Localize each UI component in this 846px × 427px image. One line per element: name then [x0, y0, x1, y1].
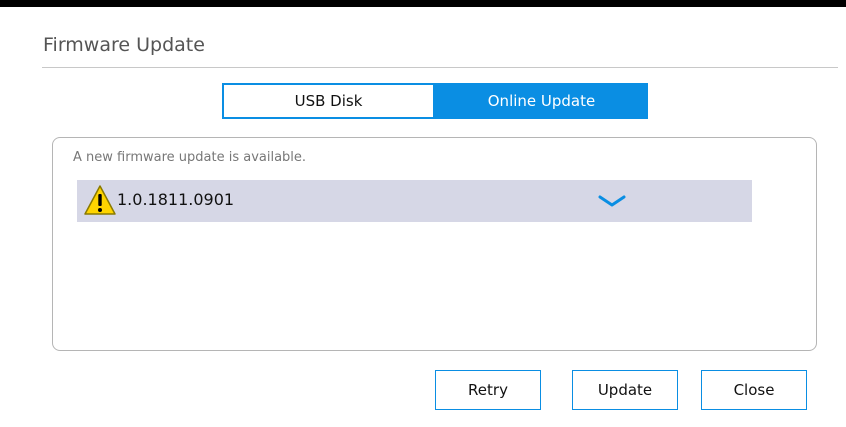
close-button[interactable]: Close [701, 370, 807, 410]
update-source-tabs: USB Disk Online Update [222, 83, 648, 119]
warning-icon [84, 185, 116, 215]
firmware-version-item[interactable]: 1.0.1811.0901 [77, 180, 752, 222]
chevron-down-icon[interactable] [597, 192, 627, 210]
tab-usb-disk[interactable]: USB Disk [222, 83, 435, 119]
update-panel: A new firmware update is available. 1.0.… [52, 137, 817, 351]
title-divider [42, 67, 838, 68]
update-available-message: A new firmware update is available. [73, 150, 307, 165]
retry-button[interactable]: Retry [435, 370, 541, 410]
update-button[interactable]: Update [572, 370, 678, 410]
window-top-bar [0, 0, 846, 7]
firmware-version-label: 1.0.1811.0901 [117, 190, 235, 209]
tab-online-update[interactable]: Online Update [435, 83, 648, 119]
dialog-title: Firmware Update [43, 34, 205, 56]
